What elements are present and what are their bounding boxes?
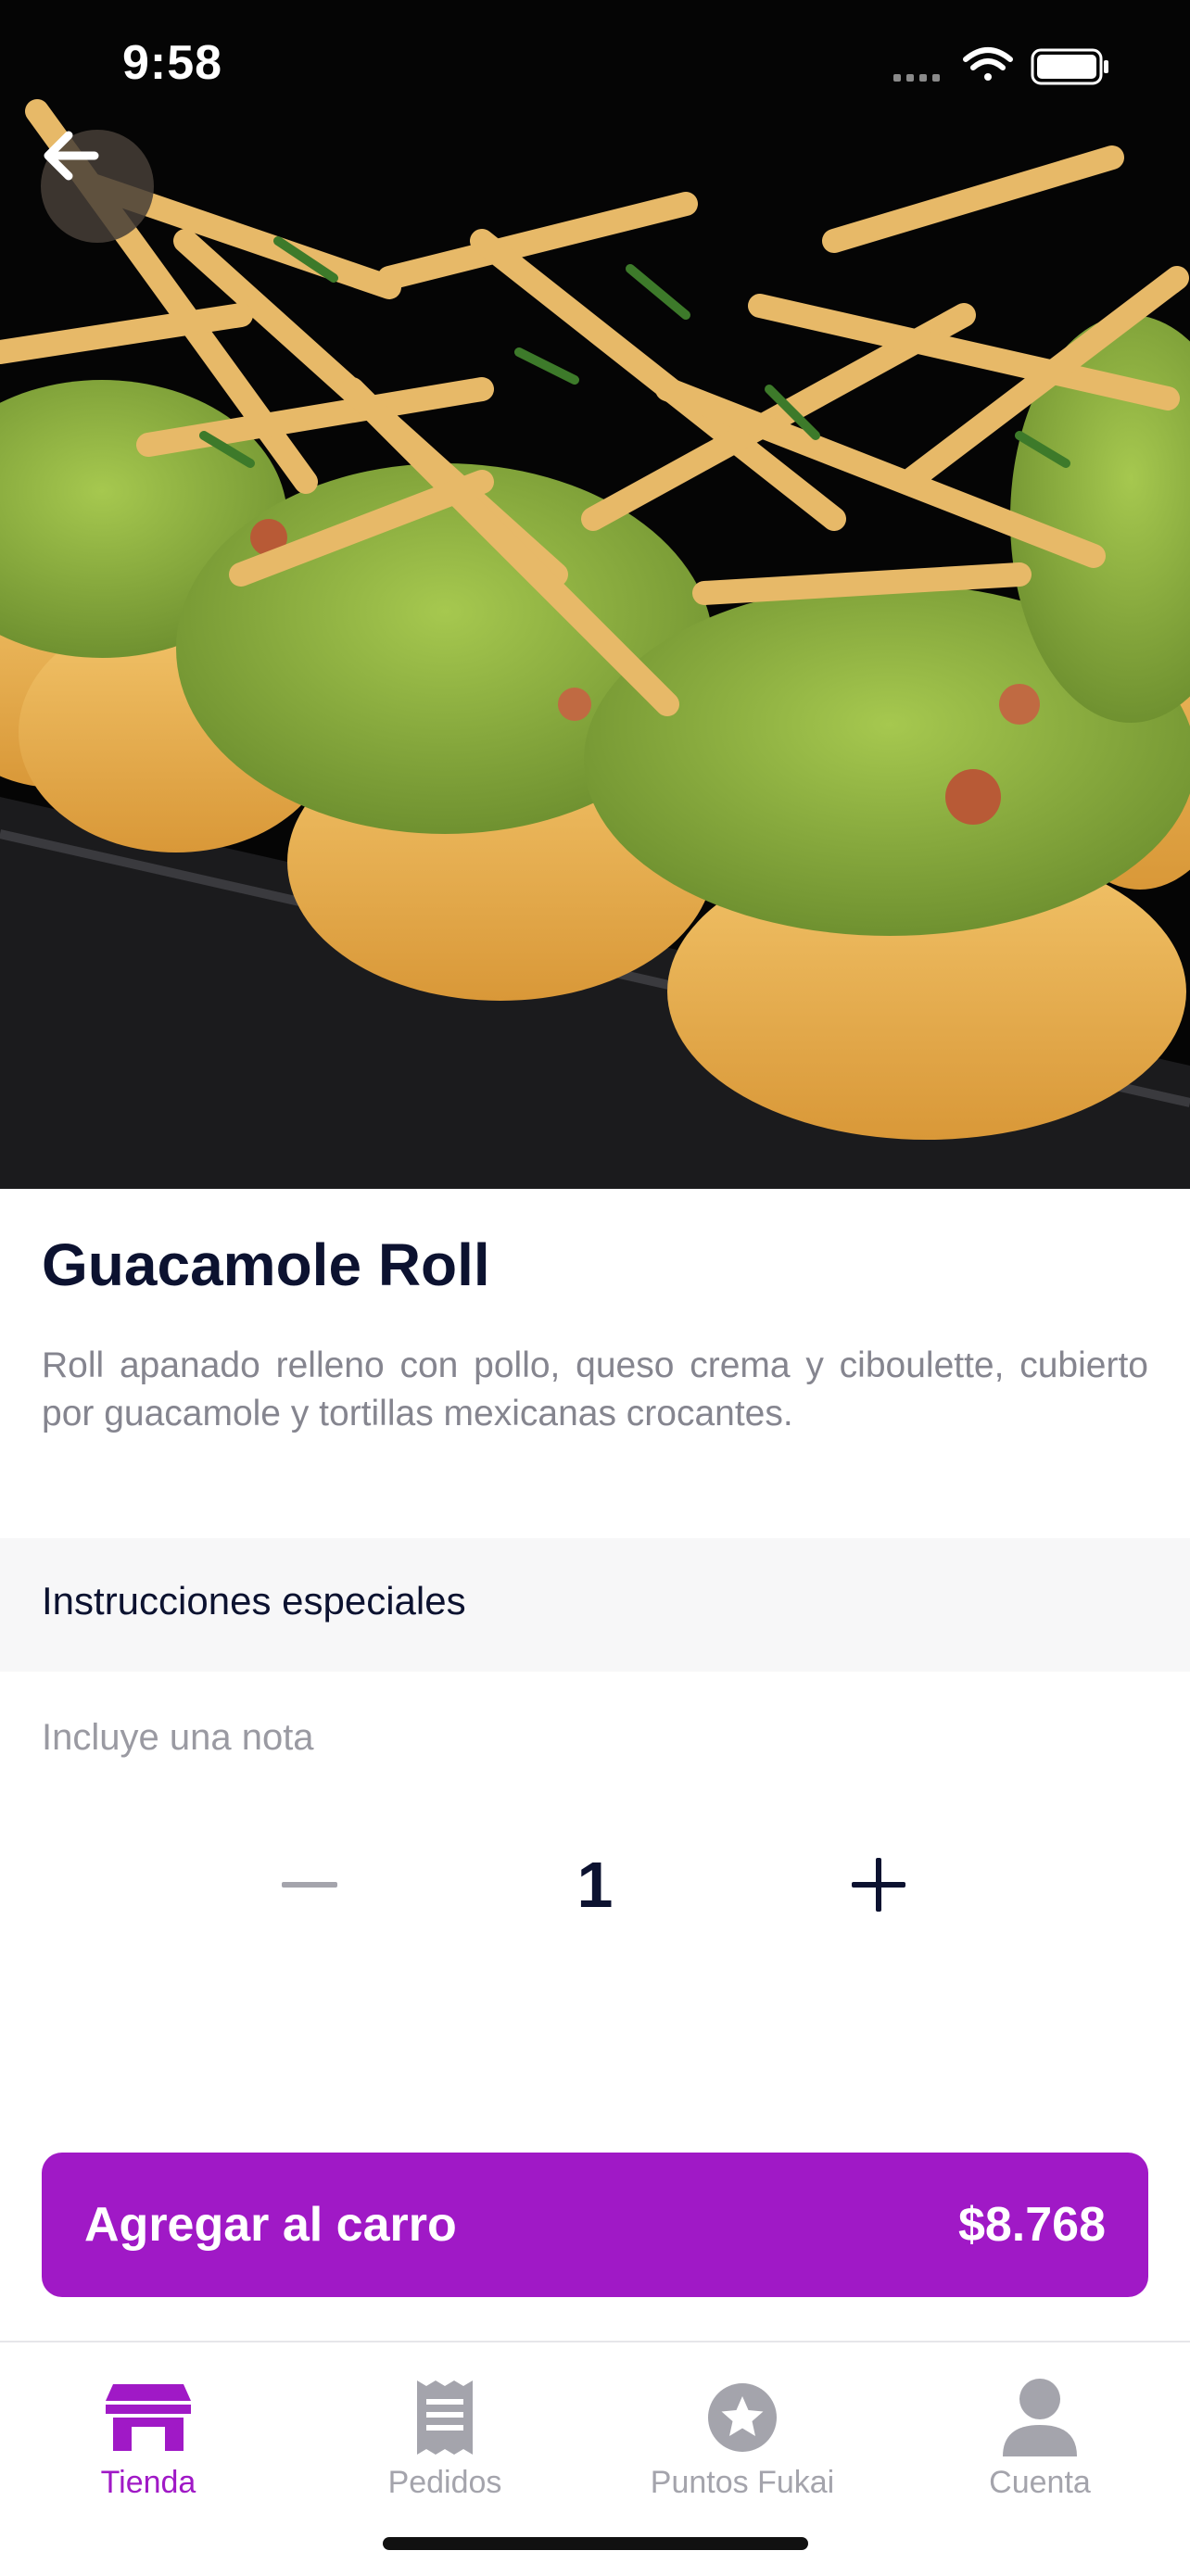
- back-button[interactable]: [41, 130, 154, 243]
- tab-label-tienda: Tienda: [100, 2465, 196, 2500]
- arrow-left-icon: [44, 131, 99, 181]
- note-input[interactable]: [42, 1705, 1148, 1770]
- home-indicator: [383, 2537, 808, 2550]
- product-title: Guacamole Roll: [42, 1231, 490, 1298]
- user-icon: [1003, 2379, 1077, 2456]
- special-instructions-header: Instrucciones especiales: [0, 1538, 1190, 1672]
- special-instructions-title: Instrucciones especiales: [42, 1579, 466, 1623]
- signal-icon: [893, 74, 940, 82]
- tab-label-puntos-fukai: Puntos Fukai: [650, 2465, 835, 2500]
- status-icons: [893, 44, 1116, 91]
- store-icon: [106, 2384, 191, 2451]
- wifi-icon: [963, 47, 1013, 81]
- quantity-value: 1: [576, 1849, 614, 1921]
- receipt-icon: [417, 2380, 473, 2455]
- quantity-stepper: 1: [0, 1844, 1190, 1926]
- add-to-cart-label: Agregar al carro: [84, 2198, 457, 2252]
- tab-label-cuenta: Cuenta: [989, 2465, 1091, 2500]
- battery-icon: [1031, 48, 1108, 85]
- status-time: 9:58: [122, 36, 223, 90]
- tab-label-pedidos: Pedidos: [387, 2465, 502, 2500]
- tab-pedidos[interactable]: Pedidos: [297, 2376, 593, 2501]
- decrease-quantity-button[interactable]: [254, 1844, 365, 1926]
- minus-icon: [282, 1882, 337, 1888]
- tab-puntos-fukai[interactable]: Puntos Fukai: [594, 2376, 891, 2501]
- product-image: 9:58: [0, 0, 1190, 1189]
- increase-quantity-button[interactable]: [823, 1844, 934, 1926]
- cart-price: $8.768: [957, 2198, 1106, 2252]
- star-badge-icon: [708, 2383, 777, 2452]
- plus-icon: [852, 1858, 905, 1912]
- guacamole-roll-photo: [0, 0, 1190, 1189]
- tab-cuenta[interactable]: Cuenta: [892, 2376, 1188, 2501]
- add-to-cart-button[interactable]: Agregar al carro $8.768: [42, 2153, 1148, 2297]
- tab-tienda[interactable]: Tienda: [0, 2376, 297, 2501]
- product-description: Roll apanado relleno con pollo, queso cr…: [42, 1345, 1148, 1433]
